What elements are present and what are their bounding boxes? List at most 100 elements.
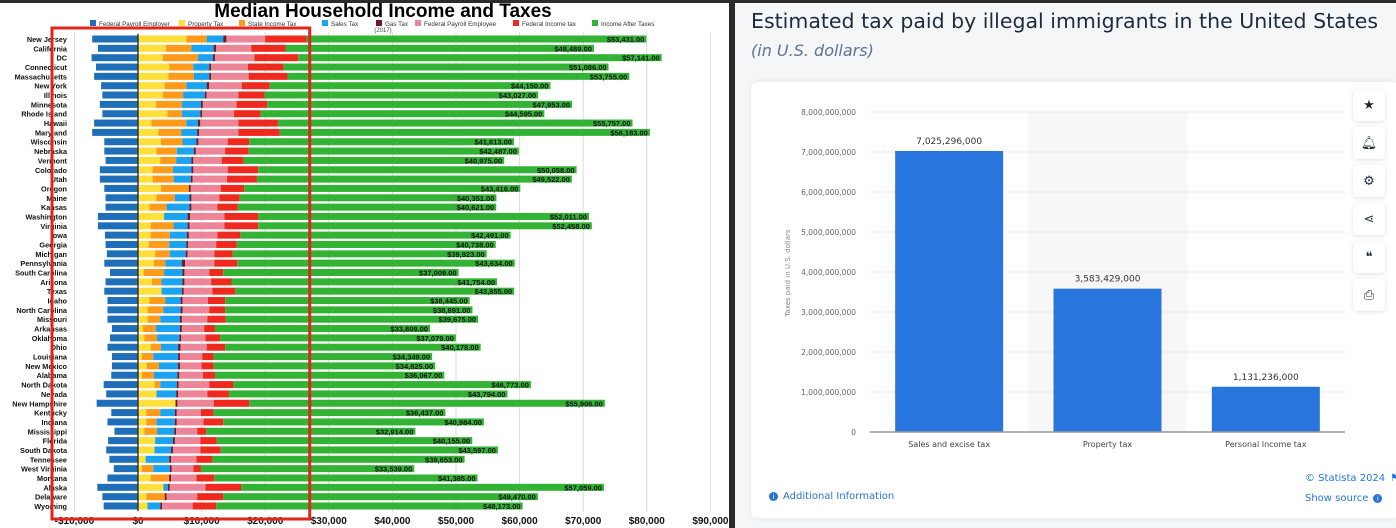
- bar-segment-sales-tax: [153, 353, 179, 361]
- income-after-taxes-label: $33,539.00: [375, 465, 413, 474]
- bar-segment-state-income-tax: [144, 334, 158, 342]
- state-label: Wisconsin: [31, 138, 67, 147]
- bar-segment-federal-payroll-employer: [92, 128, 138, 136]
- bar-segment-gas-tax: [172, 437, 175, 445]
- bar-segment-property-tax: [138, 175, 153, 183]
- bar-segment-sales-tax: [164, 269, 183, 276]
- bar-segment-property-tax: [138, 166, 153, 174]
- bar-segment-gas-tax: [186, 231, 189, 239]
- bar-segment-federal-income-tax: [209, 306, 226, 314]
- bar-segment-property-tax: [138, 297, 150, 305]
- bar-segment-sales-tax: [156, 390, 177, 398]
- quote-icon[interactable]: ❝: [1353, 241, 1385, 273]
- y-tick-label: 0: [851, 428, 856, 437]
- bar-segment-federal-payroll-employer: [108, 437, 138, 445]
- bar-segment-state-income-tax: [151, 278, 162, 286]
- copyright[interactable]: © Statista 2024 ⚑: [1305, 473, 1396, 484]
- bar-segment-federal-payroll-employer: [111, 362, 138, 370]
- bar-segment-federal-payroll-employee: [177, 399, 214, 407]
- income-after-taxes-label: $38,445.00: [430, 297, 468, 306]
- bar-segment-property-tax: [138, 156, 161, 164]
- bar-segment-federal-payroll-employer: [106, 446, 138, 454]
- bar-segment-federal-payroll-employee: [211, 63, 249, 71]
- bar-segment-gas-tax: [204, 91, 207, 99]
- bar-segment-federal-payroll-employee: [187, 250, 215, 258]
- legend-swatch: [513, 20, 519, 26]
- legend-label: Federal Income tax: [522, 21, 577, 28]
- bar-segment-federal-payroll-employer: [106, 390, 138, 398]
- additional-info-link[interactable]: i Additional Information: [769, 491, 894, 502]
- bar-segment-property-tax: [138, 474, 151, 482]
- bar-segment-federal-income-tax: [201, 362, 214, 370]
- bar-segment-federal-payroll-employer: [97, 212, 138, 220]
- bar-segment-federal-payroll-employer: [103, 502, 138, 510]
- bar-segment-federal-income-tax: [204, 325, 215, 333]
- bar-segment-federal-payroll-employee: [183, 287, 213, 295]
- income-after-taxes-label: $44,595.00: [505, 110, 543, 119]
- bar-segment-property-tax: [138, 390, 157, 398]
- share-icon[interactable]: ⋖: [1353, 203, 1385, 235]
- bar-segment-federal-payroll-employee: [176, 418, 204, 426]
- bar-segment-state-income-tax: [141, 371, 154, 379]
- bar-segment-income-after-taxes: [220, 446, 498, 454]
- bar-segment-federal-income-tax: [216, 240, 237, 248]
- income-after-taxes-label: $36,437.00: [406, 409, 444, 418]
- income-after-taxes-label: $58,183.00: [610, 128, 648, 137]
- income-after-taxes-label: $39,675.00: [439, 315, 477, 324]
- bar-segment-sales-tax: [156, 418, 175, 426]
- bar-segment-sales-tax: [157, 334, 180, 342]
- bar-segment-federal-income-tax: [251, 44, 286, 52]
- legend-swatch: [179, 20, 185, 26]
- bar-segment-property-tax: [138, 250, 156, 258]
- y-axis-title: Taxes paid in U.S. dollars: [784, 229, 792, 317]
- bar-segment-federal-payroll-employee: [171, 455, 197, 463]
- tax-chart: 0 1,000,000,000 2,000,000,000 3,000,000,000…: [784, 108, 1345, 449]
- income-after-taxes-label: $52,011.00: [550, 212, 587, 221]
- bar-segment-state-income-tax: [169, 63, 194, 71]
- income-after-taxes-label: $42,487.00: [479, 147, 517, 156]
- bar-segment-federal-payroll-employer: [104, 138, 138, 146]
- bar-segment-gas-tax: [160, 502, 163, 510]
- income-after-taxes-label: $37,009.00: [419, 269, 457, 278]
- bar-segment-state-income-tax: [143, 269, 165, 276]
- bar-segment-gas-tax: [189, 203, 192, 211]
- income-after-taxes-label: $40,621.00: [457, 203, 495, 212]
- bar-segment-income-after-taxes: [283, 63, 609, 71]
- bar-segment-gas-tax: [174, 418, 177, 426]
- bar-segment-federal-income-tax: [248, 63, 284, 71]
- gear-icon[interactable]: ⚙: [1353, 165, 1385, 197]
- bar-segment-property-tax: [138, 138, 161, 146]
- bar-segment-gas-tax: [169, 474, 172, 482]
- bar-segment-sales-tax: [161, 287, 182, 295]
- bar-segment-federal-payroll-employer: [104, 231, 138, 239]
- y-tick-label: 6,000,000,000: [801, 188, 856, 197]
- bar-segment-property-tax: [138, 203, 150, 211]
- bar-segment-property-tax: [138, 91, 163, 99]
- bar-segment-federal-income-tax: [225, 147, 249, 155]
- state-label: Kansas: [41, 203, 67, 212]
- bar-segment-federal-payroll-employer: [111, 409, 138, 417]
- legend-label: Sales Tax: [331, 21, 359, 28]
- bell-icon[interactable]: 🔔︎: [1353, 127, 1385, 159]
- bar-segment-federal-payroll-employee: [182, 306, 210, 314]
- show-source-link[interactable]: Show source i: [1305, 493, 1383, 504]
- bar-segment-property-tax: [138, 63, 170, 71]
- star-icon[interactable]: ★: [1353, 89, 1385, 121]
- income-after-taxes-label: $33,809.00: [390, 325, 428, 334]
- bar-segment-federal-payroll-employer: [105, 203, 138, 211]
- bar-segment-state-income-tax: [149, 297, 166, 305]
- bar-segment-sales-tax: [169, 250, 186, 258]
- bar-segment-federal-income-tax: [254, 54, 299, 62]
- legend-swatch: [376, 20, 382, 26]
- bar-segment-state-income-tax: [144, 427, 158, 435]
- state-label: Tennessee: [30, 455, 67, 464]
- income-after-taxes-label: $37,079.00: [416, 334, 454, 343]
- bar-segment-sales-tax: [154, 446, 172, 454]
- bar-segment-property-tax: [138, 493, 147, 501]
- print-icon[interactable]: ⎙: [1353, 279, 1385, 311]
- bar-segment-federal-payroll-employee: [166, 493, 198, 501]
- info-icon: i: [1373, 494, 1383, 503]
- bar-segment-income-after-taxes: [285, 44, 594, 52]
- bar-segment-state-income-tax: [168, 72, 194, 80]
- bar: [895, 150, 1004, 432]
